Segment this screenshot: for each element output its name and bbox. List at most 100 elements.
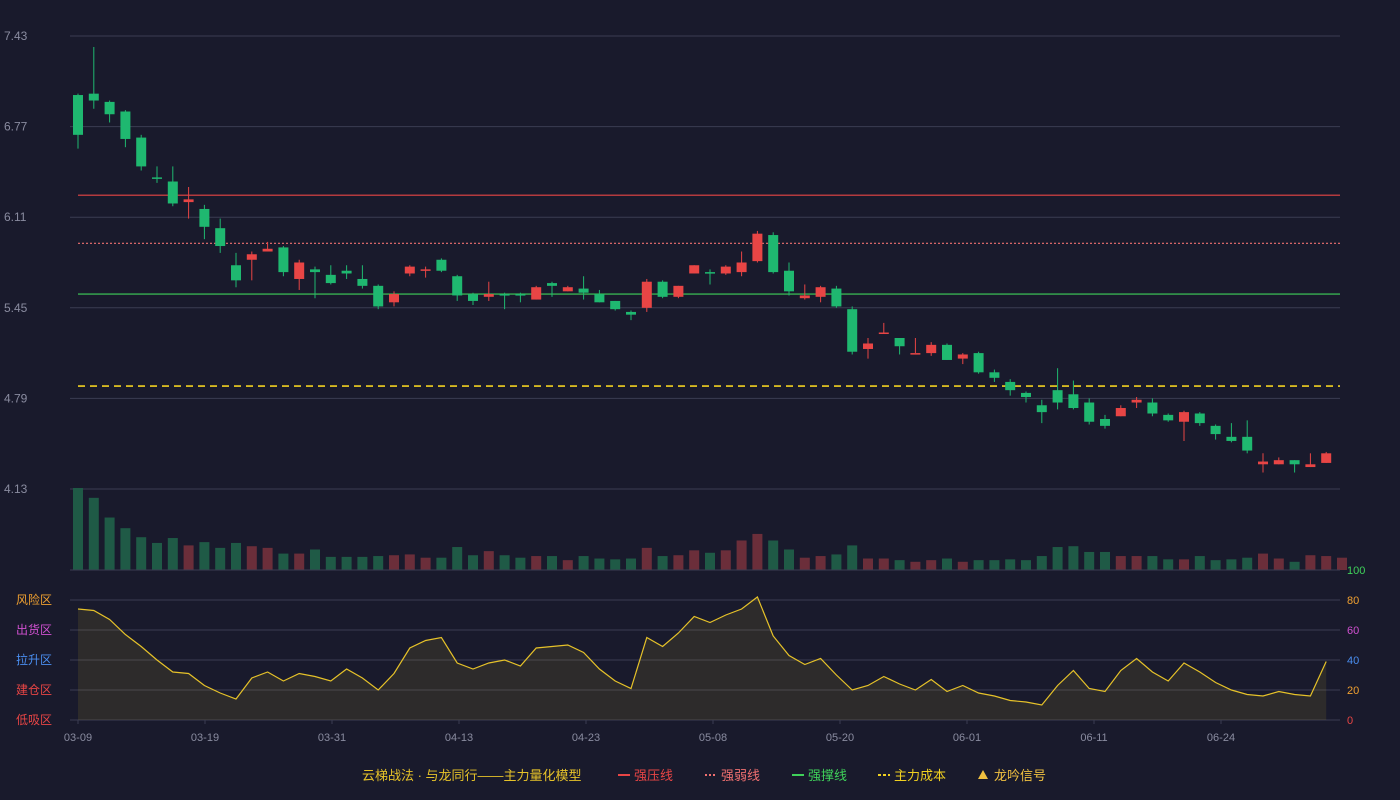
legend-item: 强压线 [618, 768, 673, 783]
candle-body [452, 276, 463, 296]
volume-bar [1258, 553, 1268, 570]
volume-bar [152, 542, 162, 570]
candle [689, 265, 700, 274]
candle [578, 276, 589, 300]
candle [989, 369, 1000, 382]
volume-bar [799, 557, 810, 570]
candle [1258, 453, 1268, 473]
volume-bar [325, 556, 336, 570]
candle-body [705, 272, 715, 274]
candle-body [1194, 413, 1205, 424]
candle [1084, 398, 1095, 425]
candle-body [847, 309, 858, 352]
price-tick-label: 4.13 [4, 482, 28, 496]
candle-body [1210, 425, 1221, 435]
candle [736, 251, 747, 277]
candle [1005, 379, 1016, 396]
candle [104, 100, 115, 123]
candle-body [910, 353, 921, 355]
candle [357, 265, 368, 289]
zone-label: 风险区 [16, 592, 52, 607]
volume-bar [167, 538, 178, 570]
candle-body [515, 294, 526, 296]
volume-bar [736, 540, 747, 570]
volume-bar [989, 560, 1000, 570]
candle-body [942, 344, 952, 360]
volume-bar [847, 545, 858, 570]
candle [199, 204, 210, 240]
volume-bar [373, 556, 384, 570]
volume-bar [1163, 559, 1174, 570]
candle-body [547, 283, 557, 286]
candle [1305, 453, 1316, 468]
volume-bar [499, 555, 510, 570]
volume-bar [88, 497, 99, 570]
candle [88, 46, 99, 109]
legend-item: 主力成本 [878, 768, 946, 783]
candle [483, 281, 494, 301]
candle-body [641, 281, 652, 308]
candle-body [1084, 402, 1095, 422]
candle-body [1131, 399, 1142, 403]
indicator-tick-label: 20 [1347, 685, 1359, 697]
candle-body [989, 372, 1000, 378]
candle [847, 306, 858, 355]
candle [815, 285, 826, 303]
candle-body [404, 266, 415, 274]
x-tick-label: 03-31 [318, 732, 346, 744]
candle [831, 285, 842, 308]
candle-body [562, 287, 573, 292]
candle [752, 230, 763, 263]
volume-bar [1084, 551, 1095, 570]
volume-bar [878, 558, 889, 570]
candle [863, 338, 873, 359]
volume-bar [278, 553, 289, 570]
indicator-area [78, 597, 1327, 720]
candle-body [1258, 461, 1268, 465]
candle [246, 251, 257, 281]
volume-bar [1210, 560, 1221, 570]
candle-body [736, 262, 747, 273]
candle-body [120, 111, 131, 139]
candle-body [246, 254, 257, 260]
candle-body [294, 262, 305, 279]
volume-bar [1194, 556, 1205, 570]
volume-bar [957, 561, 968, 570]
volume-bar [894, 560, 905, 570]
price-tick-label: 6.77 [4, 120, 28, 134]
candle-body [262, 248, 273, 252]
volume-bar [1179, 559, 1189, 570]
candle [562, 285, 573, 292]
volume-bar [784, 549, 794, 570]
volume-bar [341, 556, 352, 570]
price-gridlines: 7.43 6.77 6.11 5.45 4.79 4.13 [4, 29, 1340, 496]
candle [1100, 414, 1110, 429]
candle-body [73, 95, 83, 135]
candle [1210, 424, 1221, 440]
legend-title: 云梯战法 · 与龙同行——主力量化模型 [362, 768, 582, 783]
candle [436, 258, 447, 273]
zone-label: 出货区 [16, 622, 52, 637]
candle-body [1100, 418, 1110, 426]
volume-bar [515, 557, 526, 570]
candle [910, 338, 921, 355]
candle-body [1179, 412, 1189, 422]
candle-body [1273, 460, 1284, 465]
candle-body [152, 177, 162, 179]
candle [1036, 399, 1047, 424]
candle-body [183, 199, 194, 203]
indicator-tick-label: 0 [1347, 715, 1353, 727]
candle [1321, 451, 1332, 463]
candle [73, 93, 83, 149]
legend-label: 强撑线 [808, 768, 847, 783]
legend-label: 强弱线 [721, 768, 760, 783]
candle [531, 285, 542, 300]
candle-body [894, 338, 905, 347]
volume-bar [436, 557, 447, 570]
volume-bar [910, 561, 921, 570]
x-tick-label: 03-09 [64, 732, 92, 744]
volume-bar [547, 556, 557, 570]
volume-bar [357, 556, 368, 570]
zone-label: 建仓区 [16, 683, 52, 697]
x-tick-label: 03-19 [191, 732, 219, 744]
